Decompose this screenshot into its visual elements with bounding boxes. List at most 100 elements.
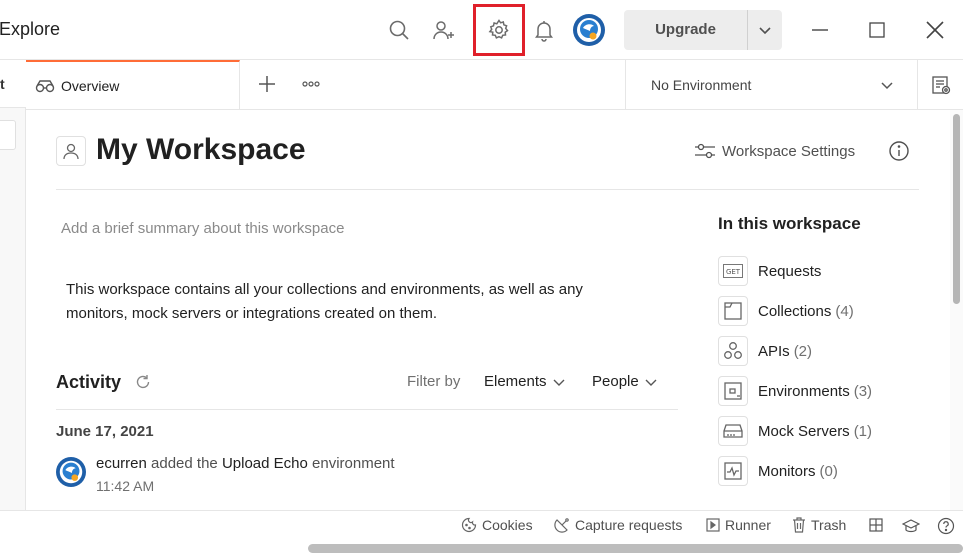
activity-item-kind: environment xyxy=(312,455,395,472)
activity-user-avatar[interactable] xyxy=(56,457,86,487)
environment-selector[interactable]: No Environment xyxy=(625,60,917,110)
cookies-label: Cookies xyxy=(482,517,533,533)
sidebar-item-count: (2) xyxy=(793,342,813,360)
chevron-down-icon xyxy=(552,375,566,389)
workspace-summary-input[interactable]: Add a brief summary about this workspace xyxy=(61,220,344,237)
sidebar-item-label: Monitors xyxy=(758,462,816,480)
workspace-overview-icon xyxy=(35,78,55,94)
sidebar-item-count: (1) xyxy=(853,422,873,440)
left-sidebar: t xyxy=(0,60,26,510)
chevron-down-icon xyxy=(877,75,897,95)
cookie-icon xyxy=(461,517,477,533)
tab-bar: Overview No Environment xyxy=(26,60,963,110)
vertical-scrollbar-thumb[interactable] xyxy=(953,114,960,304)
cookies-button[interactable]: Cookies xyxy=(461,517,533,533)
two-pane-view-icon[interactable] xyxy=(868,517,886,535)
highlight-box xyxy=(473,4,525,56)
runner-play-icon xyxy=(706,518,720,532)
activity-item-link[interactable]: Upload Echo xyxy=(222,455,308,472)
sidebar-item-count: (0) xyxy=(819,462,838,480)
user-avatar[interactable] xyxy=(573,14,605,46)
sidebar-item-requests[interactable]: GET Requests xyxy=(718,256,825,286)
title-bar: Explore Upgrade xyxy=(0,0,963,60)
capture-satellite-icon xyxy=(554,517,570,533)
runner-label: Runner xyxy=(725,517,771,533)
search-icon[interactable] xyxy=(387,18,411,42)
activity-time: 11:42 AM xyxy=(96,478,155,494)
upgrade-button[interactable]: Upgrade xyxy=(624,10,747,50)
trash-icon xyxy=(792,517,806,533)
sidebar-item-label: Environments xyxy=(758,382,850,400)
workspace-settings-button[interactable]: Workspace Settings xyxy=(694,142,855,160)
collection-icon xyxy=(718,296,748,326)
environment-icon xyxy=(718,376,748,406)
in-this-workspace-heading: In this workspace xyxy=(718,214,861,233)
api-icon xyxy=(718,336,748,366)
activity-divider xyxy=(56,409,678,410)
page-title: Explore xyxy=(0,19,61,39)
capture-requests-label: Capture requests xyxy=(575,517,683,533)
tab-overview-label: Overview xyxy=(61,78,120,94)
more-tabs-icon[interactable] xyxy=(300,73,322,95)
activity-heading: Activity xyxy=(56,372,122,392)
sidebar-item-label: Mock Servers xyxy=(758,422,850,440)
get-request-icon: GET xyxy=(718,256,748,286)
help-icon[interactable] xyxy=(937,517,955,535)
left-sidebar-tab[interactable]: t xyxy=(0,60,26,108)
upgrade-button-group: Upgrade xyxy=(624,10,782,50)
chevron-down-icon xyxy=(644,375,658,389)
left-sidebar-field[interactable] xyxy=(0,120,16,150)
vertical-scrollbar[interactable] xyxy=(950,110,963,510)
elements-filter-label: Elements xyxy=(484,373,547,390)
environment-quick-look-button[interactable] xyxy=(917,60,963,110)
tab-overview[interactable]: Overview xyxy=(26,60,240,110)
activity-entry: ecurren added the Upload Echo environmen… xyxy=(96,455,395,472)
people-filter-dropdown[interactable]: People xyxy=(592,373,658,390)
workspace-title[interactable]: My Workspace xyxy=(96,133,306,167)
sidebar-item-mock-servers[interactable]: Mock Servers (1) xyxy=(718,416,872,446)
new-tab-plus-icon[interactable] xyxy=(256,73,278,95)
mock-server-icon xyxy=(718,416,748,446)
runner-button[interactable]: Runner xyxy=(706,517,771,533)
learning-center-icon[interactable] xyxy=(902,517,920,535)
chevron-down-icon xyxy=(758,23,772,37)
refresh-icon[interactable] xyxy=(134,373,152,391)
environment-selected: No Environment xyxy=(651,77,752,93)
workspace-description[interactable]: This workspace contains all your collect… xyxy=(66,278,646,326)
elements-filter-dropdown[interactable]: Elements xyxy=(484,373,566,390)
sidebar-item-monitors[interactable]: Monitors (0) xyxy=(718,456,838,486)
status-bar: Cookies Capture requests Runner Trash xyxy=(0,510,963,554)
sidebar-item-collections[interactable]: Collections (4) xyxy=(718,296,854,326)
sidebar-item-apis[interactable]: APIs (2) xyxy=(718,336,812,366)
horizontal-scrollbar-thumb[interactable] xyxy=(308,544,963,553)
upgrade-menu-button[interactable] xyxy=(748,10,782,50)
close-icon[interactable] xyxy=(923,18,947,42)
workspace-type-icon-box xyxy=(56,136,86,166)
sidebar-item-label: Collections xyxy=(758,302,832,320)
workspace-settings-label: Workspace Settings xyxy=(722,142,856,160)
maximize-icon[interactable] xyxy=(865,18,889,42)
sliders-icon xyxy=(694,142,716,160)
notification-bell-icon[interactable] xyxy=(532,18,556,42)
monitor-icon xyxy=(718,456,748,486)
info-icon[interactable] xyxy=(888,140,910,162)
activity-date: June 17, 2021 xyxy=(56,423,154,440)
capture-requests-button[interactable]: Capture requests xyxy=(554,517,682,533)
person-icon xyxy=(62,142,80,160)
people-filter-label: People xyxy=(592,373,639,390)
sidebar-item-count: (4) xyxy=(835,302,854,320)
invite-user-icon[interactable] xyxy=(432,18,456,42)
sidebar-item-label: APIs xyxy=(758,342,790,360)
svg-text:GET: GET xyxy=(726,268,741,276)
activity-user[interactable]: ecurren xyxy=(96,455,147,472)
sidebar-item-count: (3) xyxy=(853,382,873,400)
minimize-icon[interactable] xyxy=(808,18,832,42)
filter-by-label: Filter by xyxy=(407,373,461,390)
sidebar-item-label: Requests xyxy=(758,262,822,280)
environment-quick-look-icon xyxy=(930,74,952,96)
trash-button[interactable]: Trash xyxy=(792,517,846,533)
trash-label: Trash xyxy=(811,517,847,533)
sidebar-item-environments[interactable]: Environments (3) xyxy=(718,376,872,406)
left-sidebar-tab-label: t xyxy=(0,76,5,92)
header-divider xyxy=(56,189,919,190)
